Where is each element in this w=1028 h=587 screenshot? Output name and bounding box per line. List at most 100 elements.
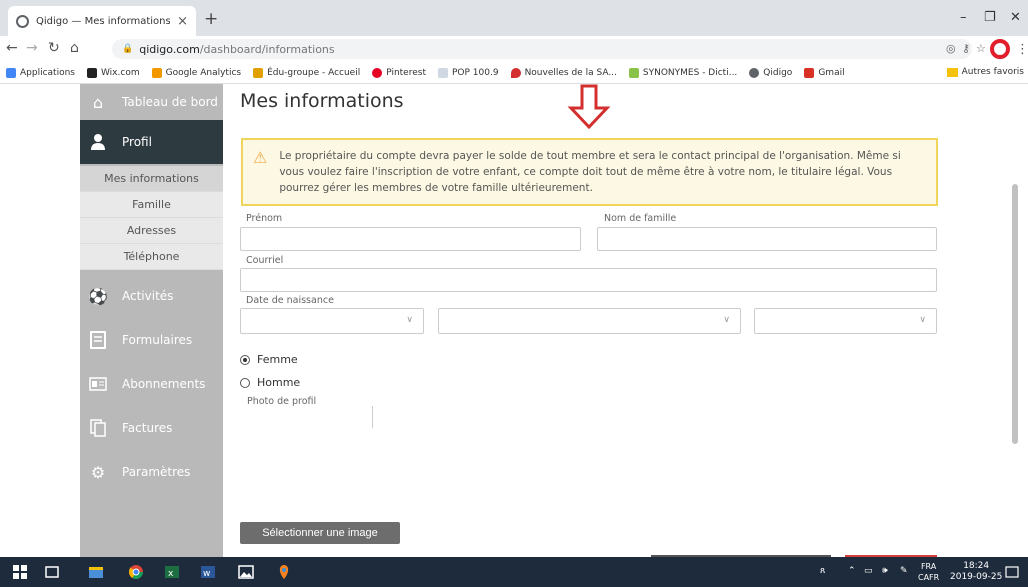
- sidebar: ⌂ Tableau de bord Profil Mes information…: [80, 84, 223, 557]
- chevron-up-icon[interactable]: ⌃: [848, 566, 856, 576]
- sidebar-subitem-label: Adresses: [126, 224, 177, 237]
- arrow-down-icon: [567, 84, 611, 130]
- forward-icon[interactable]: →: [26, 41, 38, 55]
- excel-icon[interactable]: x: [164, 564, 180, 580]
- sidebar-item-invoices[interactable]: Factures: [80, 406, 223, 450]
- browser-tab[interactable]: Qidigo — Mes informations ×: [8, 6, 196, 36]
- volume-icon[interactable]: 🕪: [882, 566, 888, 576]
- bookmark-pop[interactable]: POP 100.9: [437, 67, 499, 78]
- first-name-label: Prénom: [246, 213, 283, 224]
- file-explorer-icon[interactable]: [88, 564, 104, 580]
- photo-preview: [372, 406, 373, 428]
- pop-icon: [437, 67, 448, 78]
- bookmark-label: Google Analytics: [165, 67, 242, 78]
- qidigo-favicon-icon: [16, 14, 29, 28]
- sidebar-item-label: Activités: [122, 289, 174, 303]
- sidebar-subitem-adresses[interactable]: Adresses: [80, 218, 223, 244]
- opera-extension-icon[interactable]: [990, 39, 1010, 59]
- scrollbar-thumb[interactable]: [1012, 184, 1018, 444]
- gender-male-radio[interactable]: Homme: [240, 376, 300, 389]
- language-indicator[interactable]: FRA CAFR: [918, 561, 939, 583]
- folder-icon: [946, 67, 958, 77]
- windows-start-icon[interactable]: [12, 564, 28, 580]
- star-icon[interactable]: ☆: [976, 42, 986, 55]
- chevron-down-icon: ∨: [406, 315, 413, 325]
- menu-icon[interactable]: ⋮: [1016, 42, 1028, 57]
- browser-toolbar: ← → ↻ ⌂ 🔒 qidigo.com /dashboard/informat…: [0, 36, 1028, 62]
- bookmark-google-analytics[interactable]: Google Analytics: [151, 67, 242, 78]
- chrome-icon[interactable]: [128, 564, 144, 580]
- bookmark-applications[interactable]: Applications: [6, 67, 75, 78]
- select-image-button[interactable]: Sélectionner une image: [240, 522, 400, 544]
- gender-female-radio[interactable]: Femme: [240, 353, 298, 366]
- sidebar-item-settings[interactable]: ⚙ Paramètres: [80, 450, 223, 494]
- email-input[interactable]: [240, 268, 937, 292]
- birth-day-select[interactable]: ∨: [240, 308, 424, 334]
- system-clock[interactable]: 18:24 2019-09-25: [950, 561, 1002, 583]
- bookmark-edu-groupe[interactable]: Édu-groupe - Accueil: [253, 67, 361, 78]
- close-tab-icon[interactable]: ×: [177, 14, 188, 29]
- pen-icon[interactable]: ✎: [900, 566, 908, 576]
- bookmark-label: Wix.com: [100, 67, 140, 78]
- paint-icon[interactable]: [276, 564, 292, 580]
- battery-icon[interactable]: ▭: [864, 566, 873, 576]
- email-label: Courriel: [246, 255, 284, 266]
- last-name-input[interactable]: [597, 227, 937, 251]
- home-icon[interactable]: ⌂: [70, 41, 79, 55]
- sidebar-subitem-label: Famille: [132, 198, 171, 211]
- close-window-icon[interactable]: ✕: [1010, 10, 1021, 25]
- sidebar-item-subscriptions[interactable]: Abonnements: [80, 362, 223, 406]
- new-tab-icon[interactable]: +: [204, 11, 218, 28]
- clock-time: 18:24: [963, 561, 990, 571]
- location-icon[interactable]: ◎: [946, 42, 956, 55]
- bookmark-pinterest[interactable]: Pinterest: [372, 67, 426, 78]
- people-icon[interactable]: ጸ: [820, 566, 825, 576]
- bookmark-gmail[interactable]: Gmail: [804, 67, 845, 78]
- tab-title: Qidigo — Mes informations: [36, 15, 171, 27]
- sidebar-subitem-telephone[interactable]: Téléphone: [80, 244, 223, 270]
- birthdate-label: Date de naissance: [246, 295, 334, 306]
- notifications-icon[interactable]: [1004, 564, 1020, 580]
- sidebar-subitem-famille[interactable]: Famille: [80, 192, 223, 218]
- bookmark-label: Édu-groupe - Accueil: [267, 67, 361, 78]
- soccer-ball-icon: ⚽: [88, 286, 108, 306]
- sidebar-item-forms[interactable]: Formulaires: [80, 318, 223, 362]
- bookmark-label: POP 100.9: [451, 67, 499, 78]
- sidebar-subitem-mes-informations[interactable]: Mes informations: [80, 166, 223, 192]
- warning-alert: ⚠ Le propriétaire du compte devra payer …: [241, 138, 938, 206]
- photos-icon[interactable]: [238, 564, 254, 580]
- sidebar-item-label: Paramètres: [122, 465, 191, 479]
- bookmark-synonymes[interactable]: SYNONYMES - Dicti...: [628, 67, 738, 78]
- apps-grid-icon: [6, 67, 16, 78]
- address-bar[interactable]: 🔒 qidigo.com /dashboard/informations: [112, 39, 972, 59]
- bookmark-qidigo[interactable]: Qidigo: [749, 67, 792, 78]
- page-content: ⌂ Tableau de bord Profil Mes information…: [0, 84, 1028, 557]
- sidebar-item-dashboard[interactable]: ⌂ Tableau de bord: [80, 84, 223, 120]
- keyboard-layout: CAFR: [918, 573, 940, 582]
- other-bookmarks[interactable]: Autres favoris: [946, 67, 1024, 77]
- bookmark-wix[interactable]: Wix.com: [86, 67, 140, 78]
- bookmark-label: Nouvelles de la SA...: [524, 67, 617, 78]
- reload-icon[interactable]: ↻: [48, 41, 60, 55]
- pinterest-icon: [372, 67, 383, 78]
- bookmark-label: SYNONYMES - Dicti...: [642, 67, 738, 78]
- birth-year-select[interactable]: ∨: [754, 308, 937, 334]
- sidebar-item-label: Tableau de bord: [122, 95, 218, 109]
- bookmark-nouvelles[interactable]: Nouvelles de la SA...: [510, 67, 617, 78]
- back-icon[interactable]: ←: [6, 41, 18, 55]
- word-icon[interactable]: w: [200, 564, 216, 580]
- language-code: FRA: [920, 562, 937, 571]
- restore-icon[interactable]: ❐: [984, 10, 996, 25]
- bookmark-label: Pinterest: [386, 67, 426, 78]
- task-view-icon[interactable]: [44, 564, 60, 580]
- birth-month-select[interactable]: ∨: [438, 308, 741, 334]
- minimize-icon[interactable]: –: [960, 10, 967, 25]
- svg-text:x: x: [168, 569, 174, 579]
- key-icon[interactable]: ⚷: [962, 42, 970, 55]
- clock-date: 2019-09-25: [950, 572, 1003, 582]
- sidebar-item-profile[interactable]: Profil: [80, 120, 223, 164]
- sidebar-item-activities[interactable]: ⚽ Activités: [80, 274, 223, 318]
- photo-label: Photo de profil: [247, 396, 317, 407]
- warning-text: Le propriétaire du compte devra payer le…: [279, 150, 901, 194]
- first-name-input[interactable]: [240, 227, 581, 251]
